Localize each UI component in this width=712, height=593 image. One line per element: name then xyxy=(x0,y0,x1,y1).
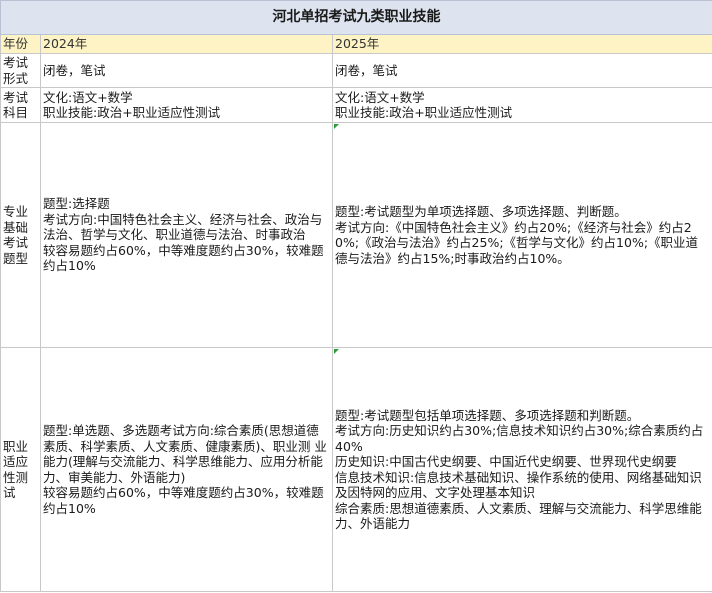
table-row: 专业基础考试题型 题型:选择题 考试方向:中国特色社会主义、经济与社会、政治与法… xyxy=(0,122,712,348)
cell-2025-basic-questions: 题型:考试题型为单项选择题、多项选择题、判断题。 考试方向:《中国特色社会主义》… xyxy=(331,122,712,348)
header-2024: 2024年 xyxy=(40,34,333,54)
header-year: 年份 xyxy=(0,34,41,54)
exam-table: 河北单招考试九类职业技能 年份 2024年 2025年 考试形式 闭卷，笔试 闭… xyxy=(0,0,712,592)
row-label-basic-questions: 专业基础考试题型 xyxy=(0,122,41,348)
cell-2024-aptitude-test: 题型:单选题、多选题考试方向:综合素质(思想道德素质、科学素质、人文素质、健康素… xyxy=(40,347,333,592)
cell-2024-basic-questions: 题型:选择题 考试方向:中国特色社会主义、经济与社会、政治与法治、哲学与文化、职… xyxy=(40,122,333,348)
row-label-exam-form: 考试形式 xyxy=(0,53,41,88)
table-row: 职业适应性测试 题型:单选题、多选题考试方向:综合素质(思想道德素质、科学素质、… xyxy=(0,347,712,592)
table-row: 考试形式 闭卷，笔试 闭卷，笔试 xyxy=(0,53,712,88)
row-label-aptitude-test: 职业适应性测试 xyxy=(0,347,41,592)
header-2025: 2025年 xyxy=(331,34,712,54)
cell-2025-exam-subjects: 文化:语文+数学 职业技能:政治+职业适应性测试 xyxy=(331,87,712,123)
table-title: 河北单招考试九类职业技能 xyxy=(0,0,712,35)
cell-2024-exam-subjects: 文化:语文+数学 职业技能:政治+职业适应性测试 xyxy=(40,87,333,123)
cell-2025-aptitude-test: 题型:考试题型包括单项选择题、多项选择题和判断题。 考试方向:历史知识约占30%… xyxy=(331,347,712,592)
cell-2025-exam-form: 闭卷，笔试 xyxy=(331,53,712,88)
comment-marker xyxy=(334,124,339,129)
cell-2024-exam-form: 闭卷，笔试 xyxy=(40,53,333,88)
table-row: 考试科目 文化:语文+数学 职业技能:政治+职业适应性测试 文化:语文+数学 职… xyxy=(0,87,712,123)
row-label-exam-subjects: 考试科目 xyxy=(0,87,41,123)
comment-marker xyxy=(334,349,339,354)
